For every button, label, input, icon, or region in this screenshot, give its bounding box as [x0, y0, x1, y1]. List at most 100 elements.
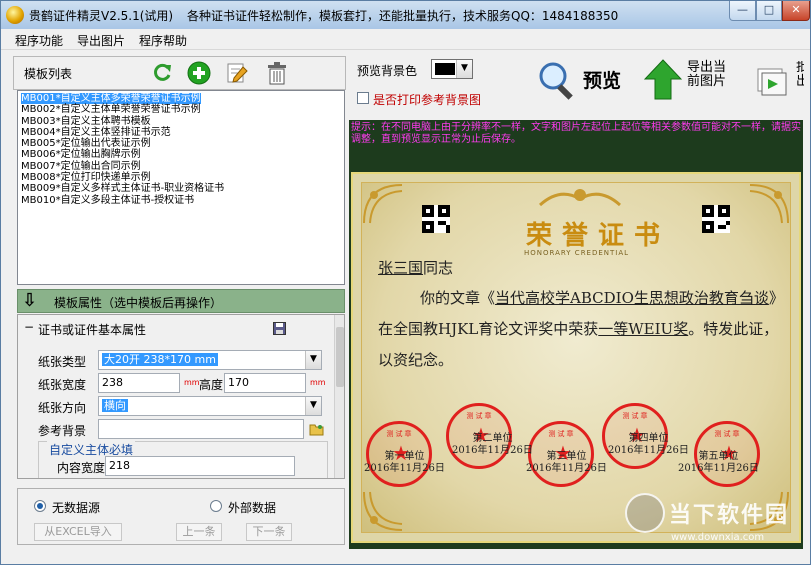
next-button[interactable]: 下一条 [246, 523, 292, 541]
watermark-logo-icon [625, 493, 665, 533]
paper-size-row: 纸张宽度 238 mm 高度 170 mm [18, 372, 336, 394]
color-swatch [435, 63, 455, 75]
export-image-button[interactable]: 导出当 前图片 [687, 61, 726, 89]
prize-name: 一等WEIU奖 [598, 320, 689, 338]
menu-program-functions[interactable]: 程序功能 [15, 32, 63, 49]
background-input[interactable] [98, 419, 304, 439]
issuer-signature: 第三单位 2016年11月26日 [526, 451, 607, 474]
template-list-title: 模板列表 [24, 67, 73, 81]
list-item[interactable]: MB002*自定义主体单荣誉荣誉证书示例 [18, 104, 344, 115]
window-subtitle: 各种证书证件轻松制作，模板套打，还能批量执行，技术服务QQ：1484188350 [187, 9, 619, 23]
refresh-icon[interactable] [150, 61, 174, 85]
import-excel-button[interactable]: 从EXCEL导入 [34, 523, 122, 541]
qr-code-icon [702, 205, 730, 233]
export-arrow-icon[interactable] [643, 58, 683, 102]
close-button[interactable]: ✕ [782, 1, 810, 21]
certificate-title: 荣誉证书 [526, 221, 671, 251]
recipient-name: 张三国 [378, 259, 424, 277]
prev-button[interactable]: 上一条 [176, 523, 222, 541]
chevron-down-icon[interactable]: ▼ [305, 351, 321, 369]
content-width-label: 内容宽度 [57, 461, 106, 475]
template-list[interactable]: MB001*自定义主体多荣誉荣誉证书示例 MB002*自定义主体单荣誉荣誉证书示… [17, 90, 345, 285]
no-datasource-radio[interactable] [34, 500, 46, 512]
chevron-down-icon[interactable]: ▼ [456, 60, 472, 78]
minimize-button[interactable]: — [729, 1, 756, 21]
edit-icon[interactable] [224, 60, 250, 86]
width-unit: mm [184, 378, 200, 387]
batch-export-icon[interactable] [753, 62, 789, 98]
list-item[interactable]: MB008*定位打印快递单示例 [18, 172, 344, 183]
content-width-input[interactable]: 218 [105, 456, 295, 476]
property-group-title: 证书或证件基本属性 [38, 323, 147, 337]
preview-button[interactable]: 预览 [583, 66, 621, 93]
right-pane: 预览背景色 ▼ 是否打印参考背景图 预览 导出当 前图片 批出 提示：在不同电脑上… [349, 56, 804, 549]
corner-ornament-icon [749, 184, 789, 224]
recipient-suffix: 同志 [423, 259, 454, 277]
certificate-paragraph: 你的文章《当代高校学ABCDIO生思想政治教育刍谈》在全国教HJKL育论文评奖中… [378, 289, 784, 369]
issuer-signature: 第五单位 2016年11月26日 [678, 451, 759, 474]
certificate-frame: 荣誉证书 HONORARY CREDENTIAL 张三国同志 你的文章《当代高校… [361, 182, 791, 533]
preview-canvas[interactable]: 提示：在不同电脑上由于分辨率不一样，文字和图片左起位上起位等相关参数值可能对不一… [349, 120, 803, 549]
batch-export-button[interactable]: 批出 [796, 61, 804, 89]
corner-ornament-icon [363, 184, 403, 224]
recipient-line: 张三国同志 [378, 257, 453, 278]
paper-type-row: 纸张类型 大20开 238*170 mm ▼ [18, 349, 336, 371]
menu-export-image[interactable]: 导出图片 [77, 32, 125, 49]
print-bg-checkbox[interactable] [357, 92, 369, 104]
issuer-signature: 第二单位 2016年11月26日 [452, 433, 533, 456]
subgroup-frame: 自定义主体必填 内容宽度 218 [38, 441, 328, 478]
template-toolbar: 模板列表 [13, 56, 346, 90]
print-bg-label: 是否打印参考背景图 [373, 93, 482, 107]
issuer-signature: 第四单位 2016年11月26日 [608, 433, 689, 456]
app-logo-icon [6, 6, 24, 24]
maximize-button[interactable]: □ [756, 1, 782, 21]
window-title: 贵鹤证件精灵V2.5.1(试用) [29, 9, 174, 23]
hint-text: 提示：在不同电脑上由于分辨率不一样，文字和图片左起位上起位等相关参数值可能对不一… [351, 122, 801, 145]
delete-trash-icon[interactable] [264, 60, 290, 86]
menu-bar: 程序功能 导出图片 程序帮助 [1, 29, 810, 50]
list-item[interactable]: MB006*定位输出胸牌示例 [18, 149, 344, 160]
corner-ornament-icon [363, 491, 403, 531]
preview-bg-color-picker[interactable]: ▼ [431, 59, 473, 79]
external-data-radio[interactable] [210, 500, 222, 512]
add-icon[interactable] [186, 60, 212, 86]
article-title: 当代高校学ABCDIO生思想政治教育刍谈 [495, 289, 769, 307]
site-watermark: 当下软件园 www.downxia.com [621, 493, 811, 551]
paper-height-label: 高度 [199, 378, 224, 392]
app-window: 贵鹤证件精灵V2.5.1(试用) 各种证书证件轻松制作，模板套打，还能批量执行，… [0, 0, 811, 565]
list-item[interactable]: MB003*自定义主体聘书模板 [18, 116, 344, 127]
menu-program-help[interactable]: 程序帮助 [139, 32, 187, 49]
magnifier-icon[interactable] [535, 58, 579, 102]
property-scrollbar[interactable] [334, 315, 344, 478]
collapse-icon[interactable]: − [24, 320, 34, 334]
arrow-down-icon: ⇩ [22, 290, 38, 311]
issuer-signature: 第一单位 2016年11月26日 [364, 451, 445, 474]
save-icon[interactable] [272, 321, 286, 335]
paper-type-label: 纸张类型 [38, 355, 87, 369]
qr-code-icon [422, 205, 450, 233]
crest-ornament-icon [538, 189, 622, 207]
background-row: 参考背景 [18, 418, 336, 440]
list-item[interactable]: MB007*定位输出合同示例 [18, 161, 344, 172]
no-datasource-label: 无数据源 [52, 501, 101, 515]
list-item[interactable]: MB001*自定义主体多荣誉荣誉证书示例 [18, 93, 344, 104]
certificate-preview: 荣誉证书 HONORARY CREDENTIAL 张三国同志 你的文章《当代高校… [351, 172, 801, 543]
orientation-row: 纸张方向 横向 ▼ [18, 395, 336, 417]
template-attributes-header: ⇩ 模板属性（选中模板后再操作） [17, 289, 345, 313]
chevron-down-icon[interactable]: ▼ [305, 397, 321, 415]
template-attributes-title: 模板属性（选中模板后再操作） [54, 296, 223, 310]
left-pane: 模板列表 MB001*自定义主体多荣誉荣誉证书示例 MB002*自定义主体单荣誉… [13, 56, 346, 549]
background-label: 参考背景 [38, 424, 87, 438]
certificate-subtitle: HONORARY CREDENTIAL [524, 249, 630, 257]
list-item[interactable]: MB005*定位输出代表证示例 [18, 138, 344, 149]
list-item[interactable]: MB010*自定义多段主体证书-授权证书 [18, 195, 344, 206]
orientation-select[interactable]: 横向 ▼ [98, 396, 322, 416]
list-item[interactable]: MB004*自定义主体竖排证书示范 [18, 127, 344, 138]
list-item[interactable]: MB009*自定义多样式主体证书-职业资格证书 [18, 183, 344, 194]
paper-type-select[interactable]: 大20开 238*170 mm ▼ [98, 350, 322, 370]
orientation-label: 纸张方向 [38, 401, 87, 415]
paper-width-input[interactable]: 238 [98, 373, 180, 393]
folder-icon[interactable] [308, 421, 324, 437]
preview-toolbar: 预览背景色 ▼ 是否打印参考背景图 预览 导出当 前图片 批出 [349, 56, 804, 118]
paper-height-input[interactable]: 170 [224, 373, 306, 393]
